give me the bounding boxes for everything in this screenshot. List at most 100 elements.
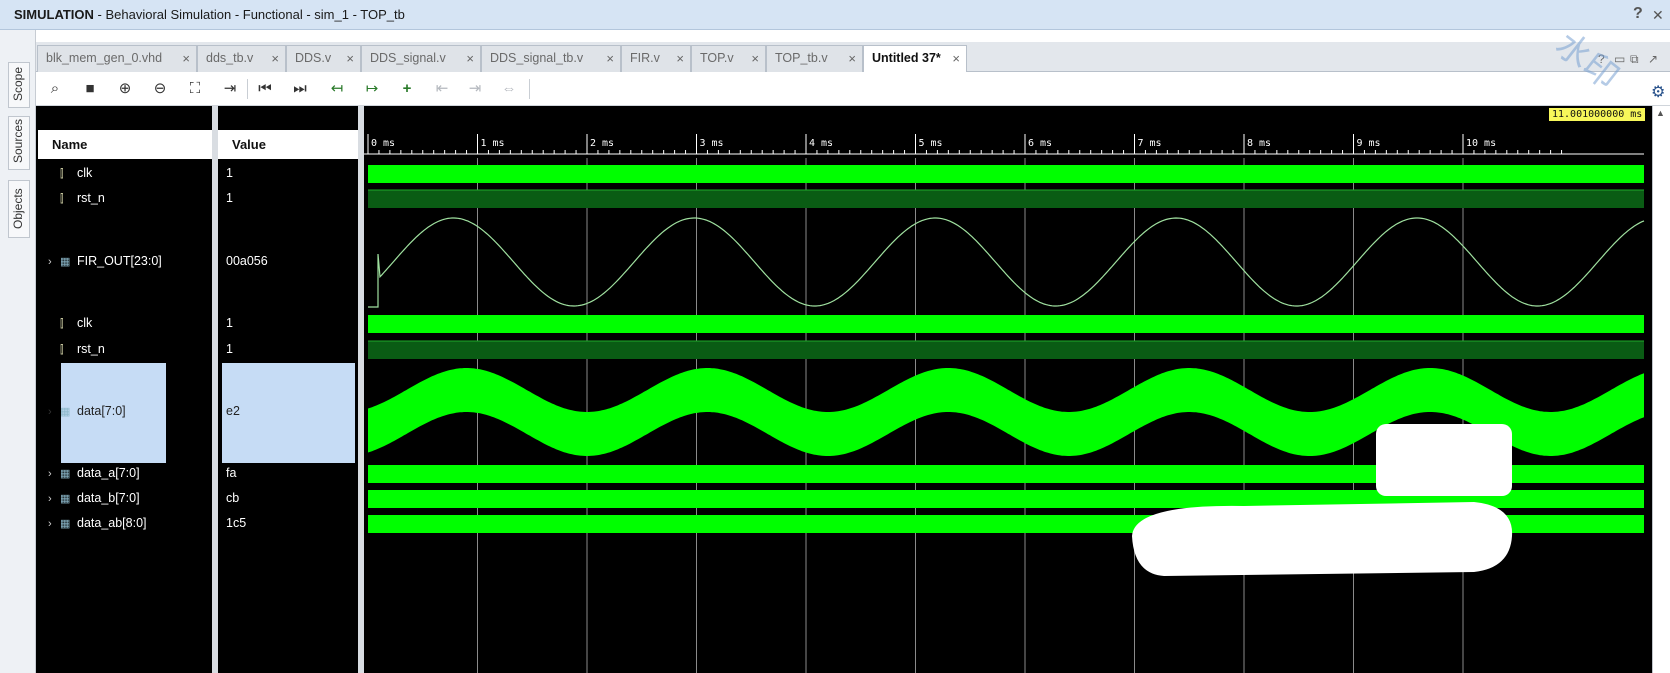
previous-transition-icon[interactable]: ↤ xyxy=(326,78,348,100)
signal-value: 1 xyxy=(226,342,233,356)
signal-name-label: rst_n xyxy=(77,191,105,205)
go-to-end-icon[interactable]: ⏭ xyxy=(289,78,311,100)
side-tab-scope[interactable]: Scope xyxy=(8,62,30,108)
tab-close-icon[interactable]: × xyxy=(346,51,354,66)
selected-value-highlight xyxy=(222,363,355,463)
bit-signal-icon: ⫿ xyxy=(60,193,64,205)
time-tick-label: 4 ms xyxy=(809,138,833,149)
expand-chevron-icon[interactable]: › xyxy=(48,518,60,530)
time-tick-label: 2 ms xyxy=(590,138,614,149)
vertical-scrollbar[interactable] xyxy=(1652,106,1670,673)
signal-name[interactable]: › ▦ data_ab[8:0] xyxy=(48,516,147,530)
signal-value: cb xyxy=(226,491,240,505)
tab-close-icon[interactable]: × xyxy=(751,51,759,66)
redaction-box xyxy=(1376,424,1512,496)
help-icon[interactable]: ? xyxy=(1633,5,1643,23)
time-tick-label: 9 ms xyxy=(1357,138,1381,149)
next-transition-icon[interactable]: ↦ xyxy=(361,78,383,100)
time-tick-label: 7 ms xyxy=(1138,138,1162,149)
bit-signal-icon: ⫿ xyxy=(60,344,64,356)
signal-name-label: data_a[7:0] xyxy=(77,466,140,480)
signal-name[interactable]: › ▦ FIR_OUT[23:0] xyxy=(48,254,162,268)
tab-dds-signal[interactable]: DDS_signal.v × xyxy=(361,45,481,72)
bus-signal-icon: ▦ xyxy=(60,406,71,418)
cursor-time-readout: 11.001000000 ms xyxy=(1549,108,1646,121)
time-tick-label: 6 ms xyxy=(1028,138,1052,149)
scroll-up-icon[interactable]: ▲ xyxy=(1656,108,1665,118)
value-column-header[interactable]: Value xyxy=(218,130,358,159)
zoom-in-icon[interactable]: ⊕ xyxy=(114,78,136,100)
time-tick-label: 8 ms xyxy=(1247,138,1271,149)
signal-name-label: clk xyxy=(77,316,93,330)
tab-close-icon[interactable]: × xyxy=(182,51,190,66)
expand-chevron-icon[interactable]: › xyxy=(48,406,60,418)
signal-name-label: data_b[7:0] xyxy=(77,491,140,505)
waveform-toolbar: ⌕ ■ ⊕ ⊖ ⛶ ⇥ ⏮ ⏭ ↤ ↦ + ⇤ ⇥ ⇔ xyxy=(36,72,1670,106)
editor-tab-bar: blk_mem_gen_0.vhd × dds_tb.v × DDS.v × DDS_… xyxy=(36,42,1670,73)
signal-name[interactable]: › ▦ data_a[7:0] xyxy=(48,466,140,480)
window-title: SIMULATION - Behavioral Simulation - Fun… xyxy=(14,7,405,22)
signal-name-label: clk xyxy=(77,166,93,180)
expand-chevron-icon[interactable]: › xyxy=(48,468,60,480)
bit-signal-icon: ⫿ xyxy=(60,168,64,180)
signal-name[interactable]: › ▦ data_b[7:0] xyxy=(48,491,140,505)
tab-fir[interactable]: FIR.v × xyxy=(621,45,691,72)
name-column-header[interactable]: Name xyxy=(38,130,212,159)
side-tab-objects[interactable]: Objects xyxy=(8,180,30,238)
expand-chevron-icon[interactable]: › xyxy=(48,256,60,268)
side-panel-strip: Scope Sources Objects xyxy=(0,30,36,673)
previous-marker-icon[interactable]: ⇤ xyxy=(431,78,453,100)
tab-dds[interactable]: DDS.v × xyxy=(286,45,361,72)
tab-label: DDS_signal_tb.v xyxy=(490,51,584,65)
bus-signal-icon: ▦ xyxy=(60,468,71,480)
tab-close-icon[interactable]: × xyxy=(271,51,279,66)
tab-close-icon[interactable]: × xyxy=(952,51,960,66)
signal-name[interactable]: ⫿ rst_n xyxy=(48,342,105,357)
add-marker-icon[interactable]: + xyxy=(396,78,418,100)
search-icon[interactable]: ⌕ xyxy=(44,78,66,100)
tab-close-icon[interactable]: × xyxy=(676,51,684,66)
tab-label: TOP_tb.v xyxy=(775,51,828,65)
time-tick-label: 1 ms xyxy=(481,138,505,149)
tab-top[interactable]: TOP.v × xyxy=(691,45,766,72)
tab-close-icon[interactable]: × xyxy=(606,51,614,66)
signal-value: 1 xyxy=(226,316,233,330)
bus-signal-icon: ▦ xyxy=(60,518,71,530)
tab-label: FIR.v xyxy=(630,51,660,65)
side-tab-sources[interactable]: Sources xyxy=(8,116,30,170)
signal-name-label: FIR_OUT[23:0] xyxy=(77,254,162,268)
tab-label: Untitled 37* xyxy=(872,51,941,65)
expand-chevron-icon[interactable]: › xyxy=(48,493,60,505)
go-to-cursor-icon[interactable]: ⇥ xyxy=(219,78,241,100)
save-icon[interactable]: ■ xyxy=(79,78,101,100)
tab-label: DDS.v xyxy=(295,51,332,65)
next-marker-icon[interactable]: ⇥ xyxy=(464,78,486,100)
time-tick-label: 3 ms xyxy=(700,138,724,149)
tab-dds-tb[interactable]: dds_tb.v × xyxy=(197,45,286,72)
tab-blk-mem-gen[interactable]: blk_mem_gen_0.vhd × xyxy=(37,45,197,72)
close-icon[interactable]: ✕ xyxy=(1652,7,1664,24)
float-icon[interactable]: ↗ xyxy=(1648,52,1658,66)
signal-value: fa xyxy=(226,466,237,480)
name-value-splitter[interactable] xyxy=(212,106,218,673)
signal-name[interactable]: ⫿ clk xyxy=(48,316,92,331)
tab-dds-signal-tb[interactable]: DDS_signal_tb.v × xyxy=(481,45,621,72)
tab-close-icon[interactable]: × xyxy=(848,51,856,66)
tab-close-icon[interactable]: × xyxy=(466,51,474,66)
signal-name[interactable]: › ▦ data[7:0] xyxy=(48,404,126,418)
signal-name[interactable]: ⫿ clk xyxy=(48,166,92,181)
title-rest: - Behavioral Simulation - Functional - s… xyxy=(93,7,405,22)
tab-untitled-37[interactable]: Untitled 37* × xyxy=(863,45,967,73)
title-mode: SIMULATION xyxy=(14,7,94,22)
tab-top-tb[interactable]: TOP_tb.v × xyxy=(766,45,863,72)
tab-label: blk_mem_gen_0.vhd xyxy=(46,51,163,65)
time-tick-label: 0 ms xyxy=(371,138,395,149)
go-to-start-icon[interactable]: ⏮ xyxy=(254,78,276,100)
waveform-canvas[interactable]: 0 ms 1 ms 2 ms 3 ms 4 ms 5 ms 6 ms 7 ms 8 ms 9 ms… xyxy=(364,106,1650,673)
zoom-fit-icon[interactable]: ⛶ xyxy=(184,78,206,100)
signal-value: 1 xyxy=(226,191,233,205)
swap-cursors-icon[interactable]: ⇔ xyxy=(498,78,520,100)
gear-icon[interactable]: ⚙ xyxy=(1651,82,1665,102)
zoom-out-icon[interactable]: ⊖ xyxy=(149,78,171,100)
signal-name[interactable]: ⫿ rst_n xyxy=(48,191,105,206)
